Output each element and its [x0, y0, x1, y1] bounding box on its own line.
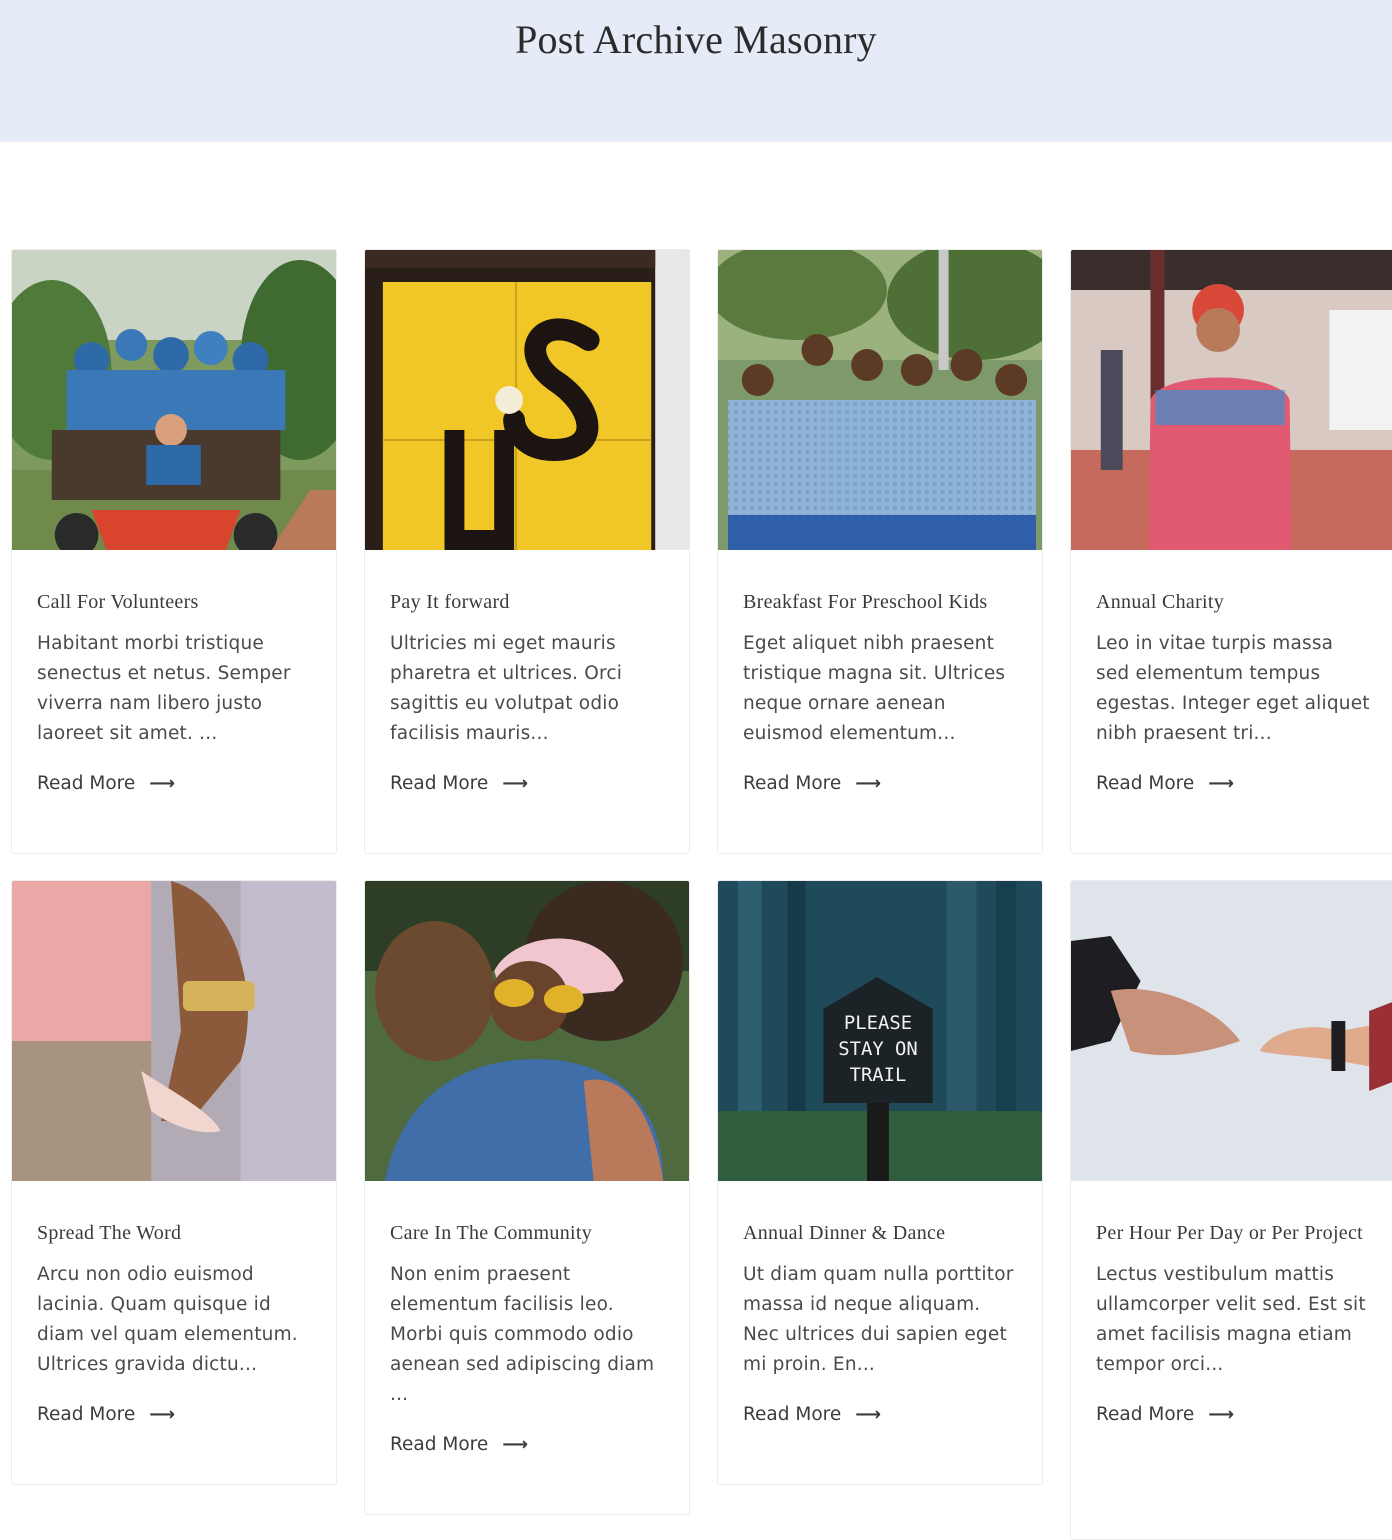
post-card-per-hour-per-day-or-per-project: Per Hour Per Day or Per Project Lectus v… — [1070, 880, 1392, 1540]
post-thumbnail[interactable] — [365, 250, 689, 550]
read-more-link[interactable]: Read More ⟶ — [743, 1400, 881, 1430]
read-more-link[interactable]: Read More ⟶ — [37, 769, 175, 799]
read-more-label: Read More — [390, 1434, 489, 1455]
read-more-label: Read More — [390, 773, 489, 794]
post-excerpt: Ut diam quam nulla porttitor massa id ne… — [743, 1264, 1014, 1375]
volunteer-shirt-photo — [1071, 250, 1392, 550]
read-more-label: Read More — [743, 1404, 842, 1425]
post-excerpt: Habitant morbi tristique senectus et net… — [37, 633, 291, 744]
us-yellow-door-photo — [365, 250, 689, 550]
sign-text-line-3: TRAIL — [850, 1064, 907, 1086]
post-card-annual-charity: Annual Charity Leo in vitae turpis massa… — [1070, 249, 1392, 854]
post-excerpt: Non enim praesent elementum facilisis le… — [390, 1264, 655, 1405]
post-excerpt: Arcu non odio euismod lacinia. Quam quis… — [37, 1264, 298, 1375]
post-thumbnail[interactable] — [12, 881, 336, 1181]
post-title[interactable]: Care In The Community — [390, 1221, 664, 1245]
read-more-link[interactable]: Read More ⟶ — [390, 769, 528, 799]
post-thumbnail[interactable]: PLEASE STAY ON TRAIL — [718, 881, 1042, 1181]
sign-text-line-2: STAY ON — [838, 1038, 918, 1060]
read-more-label: Read More — [743, 773, 842, 794]
read-more-link[interactable]: Read More ⟶ — [390, 1430, 528, 1460]
post-card-annual-dinner-dance: PLEASE STAY ON TRAIL Annual Dinner & Dan… — [717, 880, 1043, 1485]
arrow-right-icon: ⟶ — [502, 773, 529, 794]
post-title[interactable]: Call For Volunteers — [37, 590, 311, 614]
post-excerpt: Ultricies mi eget mauris pharetra et ult… — [390, 633, 623, 744]
post-title[interactable]: Per Hour Per Day or Per Project — [1096, 1221, 1370, 1245]
post-card-call-for-volunteers: Call For Volunteers Habitant morbi trist… — [11, 249, 337, 854]
post-thumbnail[interactable] — [12, 250, 336, 550]
page-title: Post Archive Masonry — [515, 17, 877, 62]
post-title[interactable]: Breakfast For Preschool Kids — [743, 590, 1017, 614]
post-thumbnail[interactable] — [365, 881, 689, 1181]
reaching-hands-photo — [1071, 881, 1392, 1181]
arrow-right-icon: ⟶ — [1208, 773, 1235, 794]
post-card-spread-the-word: Spread The Word Arcu non odio euismod la… — [11, 880, 337, 1485]
please-stay-on-trail-sign-photo: PLEASE STAY ON TRAIL — [718, 881, 1042, 1181]
post-card-pay-it-forward: Pay It forward Ultricies mi eget mauris … — [364, 249, 690, 854]
arrow-right-icon: ⟶ — [502, 1434, 529, 1455]
arrow-right-icon: ⟶ — [149, 1404, 176, 1425]
read-more-link[interactable]: Read More ⟶ — [743, 769, 881, 799]
post-thumbnail[interactable] — [1071, 250, 1392, 550]
post-title[interactable]: Annual Charity — [1096, 590, 1370, 614]
post-thumbnail[interactable] — [718, 250, 1042, 550]
post-excerpt: Eget aliquet nibh praesent tristique mag… — [743, 633, 1006, 744]
hug-photo — [365, 881, 689, 1181]
volunteers-on-tractor-photo — [12, 250, 336, 550]
arrow-right-icon: ⟶ — [149, 773, 176, 794]
read-more-link[interactable]: Read More ⟶ — [1096, 769, 1234, 799]
post-card-care-in-the-community: Care In The Community Non enim praesent … — [364, 880, 690, 1515]
arrow-right-icon: ⟶ — [855, 773, 882, 794]
arrow-right-icon: ⟶ — [1208, 1404, 1235, 1425]
post-title[interactable]: Pay It forward — [390, 590, 664, 614]
school-children-group-photo — [718, 250, 1042, 550]
post-card-breakfast-for-preschool-kids: Breakfast For Preschool Kids Eget alique… — [717, 249, 1043, 854]
page-header: Post Archive Masonry — [0, 0, 1392, 142]
read-more-label: Read More — [1096, 773, 1195, 794]
read-more-label: Read More — [37, 773, 136, 794]
read-more-label: Read More — [1096, 1404, 1195, 1425]
arrow-right-icon: ⟶ — [855, 1404, 882, 1425]
post-title[interactable]: Annual Dinner & Dance — [743, 1221, 1017, 1245]
sign-text-line-1: PLEASE — [844, 1012, 912, 1034]
read-more-link[interactable]: Read More ⟶ — [1096, 1400, 1234, 1430]
read-more-link[interactable]: Read More ⟶ — [37, 1400, 175, 1430]
post-title[interactable]: Spread The Word — [37, 1221, 311, 1245]
post-thumbnail[interactable] — [1071, 881, 1392, 1181]
holding-hands-photo — [12, 881, 336, 1181]
post-excerpt: Lectus vestibulum mattis ullamcorper vel… — [1096, 1264, 1366, 1375]
post-excerpt: Leo in vitae turpis massa sed elementum … — [1096, 633, 1370, 744]
read-more-label: Read More — [37, 1404, 136, 1425]
